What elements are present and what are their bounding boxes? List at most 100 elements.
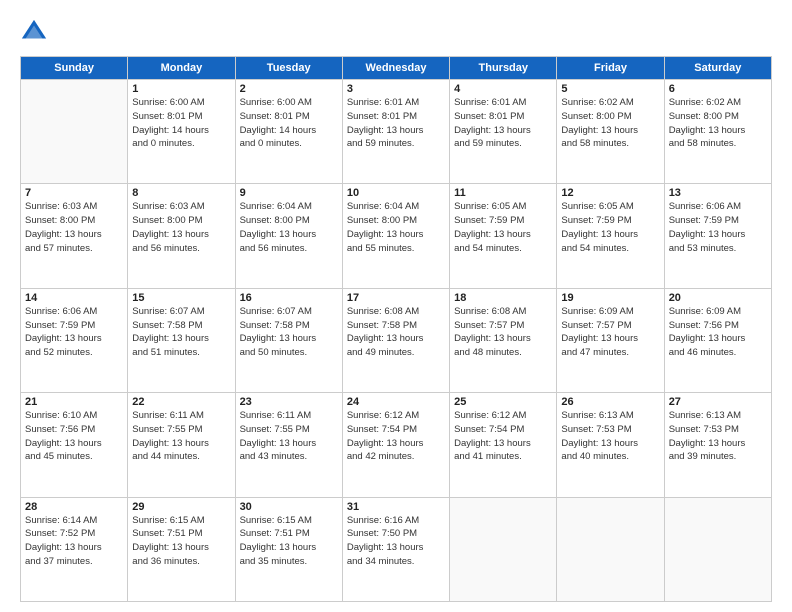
calendar-cell: 4Sunrise: 6:01 AM Sunset: 8:01 PM Daylig… bbox=[450, 80, 557, 184]
day-number: 18 bbox=[454, 292, 552, 304]
calendar-cell: 26Sunrise: 6:13 AM Sunset: 7:53 PM Dayli… bbox=[557, 393, 664, 497]
calendar-cell: 17Sunrise: 6:08 AM Sunset: 7:58 PM Dayli… bbox=[342, 288, 449, 392]
day-info: Sunrise: 6:02 AM Sunset: 8:00 PM Dayligh… bbox=[669, 96, 767, 151]
weekday-header-tuesday: Tuesday bbox=[235, 57, 342, 80]
day-info: Sunrise: 6:12 AM Sunset: 7:54 PM Dayligh… bbox=[454, 409, 552, 464]
calendar-cell: 20Sunrise: 6:09 AM Sunset: 7:56 PM Dayli… bbox=[664, 288, 771, 392]
calendar-cell bbox=[21, 80, 128, 184]
day-number: 28 bbox=[25, 501, 123, 513]
day-number: 5 bbox=[561, 83, 659, 95]
calendar-cell: 13Sunrise: 6:06 AM Sunset: 7:59 PM Dayli… bbox=[664, 184, 771, 288]
day-info: Sunrise: 6:08 AM Sunset: 7:58 PM Dayligh… bbox=[347, 305, 445, 360]
calendar-cell: 21Sunrise: 6:10 AM Sunset: 7:56 PM Dayli… bbox=[21, 393, 128, 497]
calendar-cell: 19Sunrise: 6:09 AM Sunset: 7:57 PM Dayli… bbox=[557, 288, 664, 392]
day-info: Sunrise: 6:11 AM Sunset: 7:55 PM Dayligh… bbox=[240, 409, 338, 464]
day-info: Sunrise: 6:13 AM Sunset: 7:53 PM Dayligh… bbox=[669, 409, 767, 464]
day-number: 13 bbox=[669, 187, 767, 199]
page: SundayMondayTuesdayWednesdayThursdayFrid… bbox=[0, 0, 792, 612]
calendar-cell: 7Sunrise: 6:03 AM Sunset: 8:00 PM Daylig… bbox=[21, 184, 128, 288]
day-info: Sunrise: 6:07 AM Sunset: 7:58 PM Dayligh… bbox=[240, 305, 338, 360]
calendar-cell bbox=[664, 497, 771, 601]
weekday-header-sunday: Sunday bbox=[21, 57, 128, 80]
day-number: 21 bbox=[25, 396, 123, 408]
day-info: Sunrise: 6:14 AM Sunset: 7:52 PM Dayligh… bbox=[25, 514, 123, 569]
day-number: 20 bbox=[669, 292, 767, 304]
day-info: Sunrise: 6:10 AM Sunset: 7:56 PM Dayligh… bbox=[25, 409, 123, 464]
day-number: 10 bbox=[347, 187, 445, 199]
calendar-cell: 6Sunrise: 6:02 AM Sunset: 8:00 PM Daylig… bbox=[664, 80, 771, 184]
weekday-header-thursday: Thursday bbox=[450, 57, 557, 80]
day-info: Sunrise: 6:00 AM Sunset: 8:01 PM Dayligh… bbox=[240, 96, 338, 151]
calendar-week-3: 14Sunrise: 6:06 AM Sunset: 7:59 PM Dayli… bbox=[21, 288, 772, 392]
day-info: Sunrise: 6:06 AM Sunset: 7:59 PM Dayligh… bbox=[25, 305, 123, 360]
calendar-cell: 12Sunrise: 6:05 AM Sunset: 7:59 PM Dayli… bbox=[557, 184, 664, 288]
calendar-cell: 31Sunrise: 6:16 AM Sunset: 7:50 PM Dayli… bbox=[342, 497, 449, 601]
calendar-cell: 11Sunrise: 6:05 AM Sunset: 7:59 PM Dayli… bbox=[450, 184, 557, 288]
calendar-cell: 15Sunrise: 6:07 AM Sunset: 7:58 PM Dayli… bbox=[128, 288, 235, 392]
calendar-cell: 18Sunrise: 6:08 AM Sunset: 7:57 PM Dayli… bbox=[450, 288, 557, 392]
day-info: Sunrise: 6:05 AM Sunset: 7:59 PM Dayligh… bbox=[454, 200, 552, 255]
calendar-cell: 3Sunrise: 6:01 AM Sunset: 8:01 PM Daylig… bbox=[342, 80, 449, 184]
calendar-cell: 24Sunrise: 6:12 AM Sunset: 7:54 PM Dayli… bbox=[342, 393, 449, 497]
day-number: 4 bbox=[454, 83, 552, 95]
calendar-cell bbox=[450, 497, 557, 601]
calendar-cell: 2Sunrise: 6:00 AM Sunset: 8:01 PM Daylig… bbox=[235, 80, 342, 184]
day-number: 15 bbox=[132, 292, 230, 304]
day-info: Sunrise: 6:06 AM Sunset: 7:59 PM Dayligh… bbox=[669, 200, 767, 255]
day-number: 16 bbox=[240, 292, 338, 304]
day-info: Sunrise: 6:03 AM Sunset: 8:00 PM Dayligh… bbox=[25, 200, 123, 255]
day-number: 30 bbox=[240, 501, 338, 513]
calendar-cell: 9Sunrise: 6:04 AM Sunset: 8:00 PM Daylig… bbox=[235, 184, 342, 288]
weekday-header-friday: Friday bbox=[557, 57, 664, 80]
calendar-cell: 28Sunrise: 6:14 AM Sunset: 7:52 PM Dayli… bbox=[21, 497, 128, 601]
day-number: 3 bbox=[347, 83, 445, 95]
weekday-header-row: SundayMondayTuesdayWednesdayThursdayFrid… bbox=[21, 57, 772, 80]
day-info: Sunrise: 6:04 AM Sunset: 8:00 PM Dayligh… bbox=[347, 200, 445, 255]
day-info: Sunrise: 6:12 AM Sunset: 7:54 PM Dayligh… bbox=[347, 409, 445, 464]
calendar-cell: 14Sunrise: 6:06 AM Sunset: 7:59 PM Dayli… bbox=[21, 288, 128, 392]
day-info: Sunrise: 6:09 AM Sunset: 7:56 PM Dayligh… bbox=[669, 305, 767, 360]
calendar-cell: 27Sunrise: 6:13 AM Sunset: 7:53 PM Dayli… bbox=[664, 393, 771, 497]
day-info: Sunrise: 6:15 AM Sunset: 7:51 PM Dayligh… bbox=[132, 514, 230, 569]
day-number: 7 bbox=[25, 187, 123, 199]
day-number: 25 bbox=[454, 396, 552, 408]
day-info: Sunrise: 6:07 AM Sunset: 7:58 PM Dayligh… bbox=[132, 305, 230, 360]
logo-icon bbox=[20, 18, 48, 46]
day-number: 11 bbox=[454, 187, 552, 199]
day-number: 6 bbox=[669, 83, 767, 95]
calendar-cell: 25Sunrise: 6:12 AM Sunset: 7:54 PM Dayli… bbox=[450, 393, 557, 497]
day-number: 27 bbox=[669, 396, 767, 408]
day-number: 2 bbox=[240, 83, 338, 95]
day-number: 8 bbox=[132, 187, 230, 199]
calendar-cell: 5Sunrise: 6:02 AM Sunset: 8:00 PM Daylig… bbox=[557, 80, 664, 184]
logo bbox=[20, 18, 52, 46]
day-info: Sunrise: 6:08 AM Sunset: 7:57 PM Dayligh… bbox=[454, 305, 552, 360]
calendar-table: SundayMondayTuesdayWednesdayThursdayFrid… bbox=[20, 56, 772, 602]
day-info: Sunrise: 6:02 AM Sunset: 8:00 PM Dayligh… bbox=[561, 96, 659, 151]
day-number: 17 bbox=[347, 292, 445, 304]
calendar-week-1: 1Sunrise: 6:00 AM Sunset: 8:01 PM Daylig… bbox=[21, 80, 772, 184]
day-info: Sunrise: 6:01 AM Sunset: 8:01 PM Dayligh… bbox=[454, 96, 552, 151]
day-info: Sunrise: 6:16 AM Sunset: 7:50 PM Dayligh… bbox=[347, 514, 445, 569]
day-info: Sunrise: 6:00 AM Sunset: 8:01 PM Dayligh… bbox=[132, 96, 230, 151]
calendar-cell: 10Sunrise: 6:04 AM Sunset: 8:00 PM Dayli… bbox=[342, 184, 449, 288]
day-number: 23 bbox=[240, 396, 338, 408]
calendar-cell bbox=[557, 497, 664, 601]
day-number: 24 bbox=[347, 396, 445, 408]
day-info: Sunrise: 6:15 AM Sunset: 7:51 PM Dayligh… bbox=[240, 514, 338, 569]
day-info: Sunrise: 6:11 AM Sunset: 7:55 PM Dayligh… bbox=[132, 409, 230, 464]
weekday-header-monday: Monday bbox=[128, 57, 235, 80]
day-number: 31 bbox=[347, 501, 445, 513]
calendar-week-5: 28Sunrise: 6:14 AM Sunset: 7:52 PM Dayli… bbox=[21, 497, 772, 601]
calendar-cell: 22Sunrise: 6:11 AM Sunset: 7:55 PM Dayli… bbox=[128, 393, 235, 497]
weekday-header-saturday: Saturday bbox=[664, 57, 771, 80]
calendar-week-4: 21Sunrise: 6:10 AM Sunset: 7:56 PM Dayli… bbox=[21, 393, 772, 497]
day-number: 26 bbox=[561, 396, 659, 408]
calendar-week-2: 7Sunrise: 6:03 AM Sunset: 8:00 PM Daylig… bbox=[21, 184, 772, 288]
calendar-cell: 30Sunrise: 6:15 AM Sunset: 7:51 PM Dayli… bbox=[235, 497, 342, 601]
day-number: 19 bbox=[561, 292, 659, 304]
day-info: Sunrise: 6:03 AM Sunset: 8:00 PM Dayligh… bbox=[132, 200, 230, 255]
calendar-cell: 23Sunrise: 6:11 AM Sunset: 7:55 PM Dayli… bbox=[235, 393, 342, 497]
day-info: Sunrise: 6:04 AM Sunset: 8:00 PM Dayligh… bbox=[240, 200, 338, 255]
weekday-header-wednesday: Wednesday bbox=[342, 57, 449, 80]
